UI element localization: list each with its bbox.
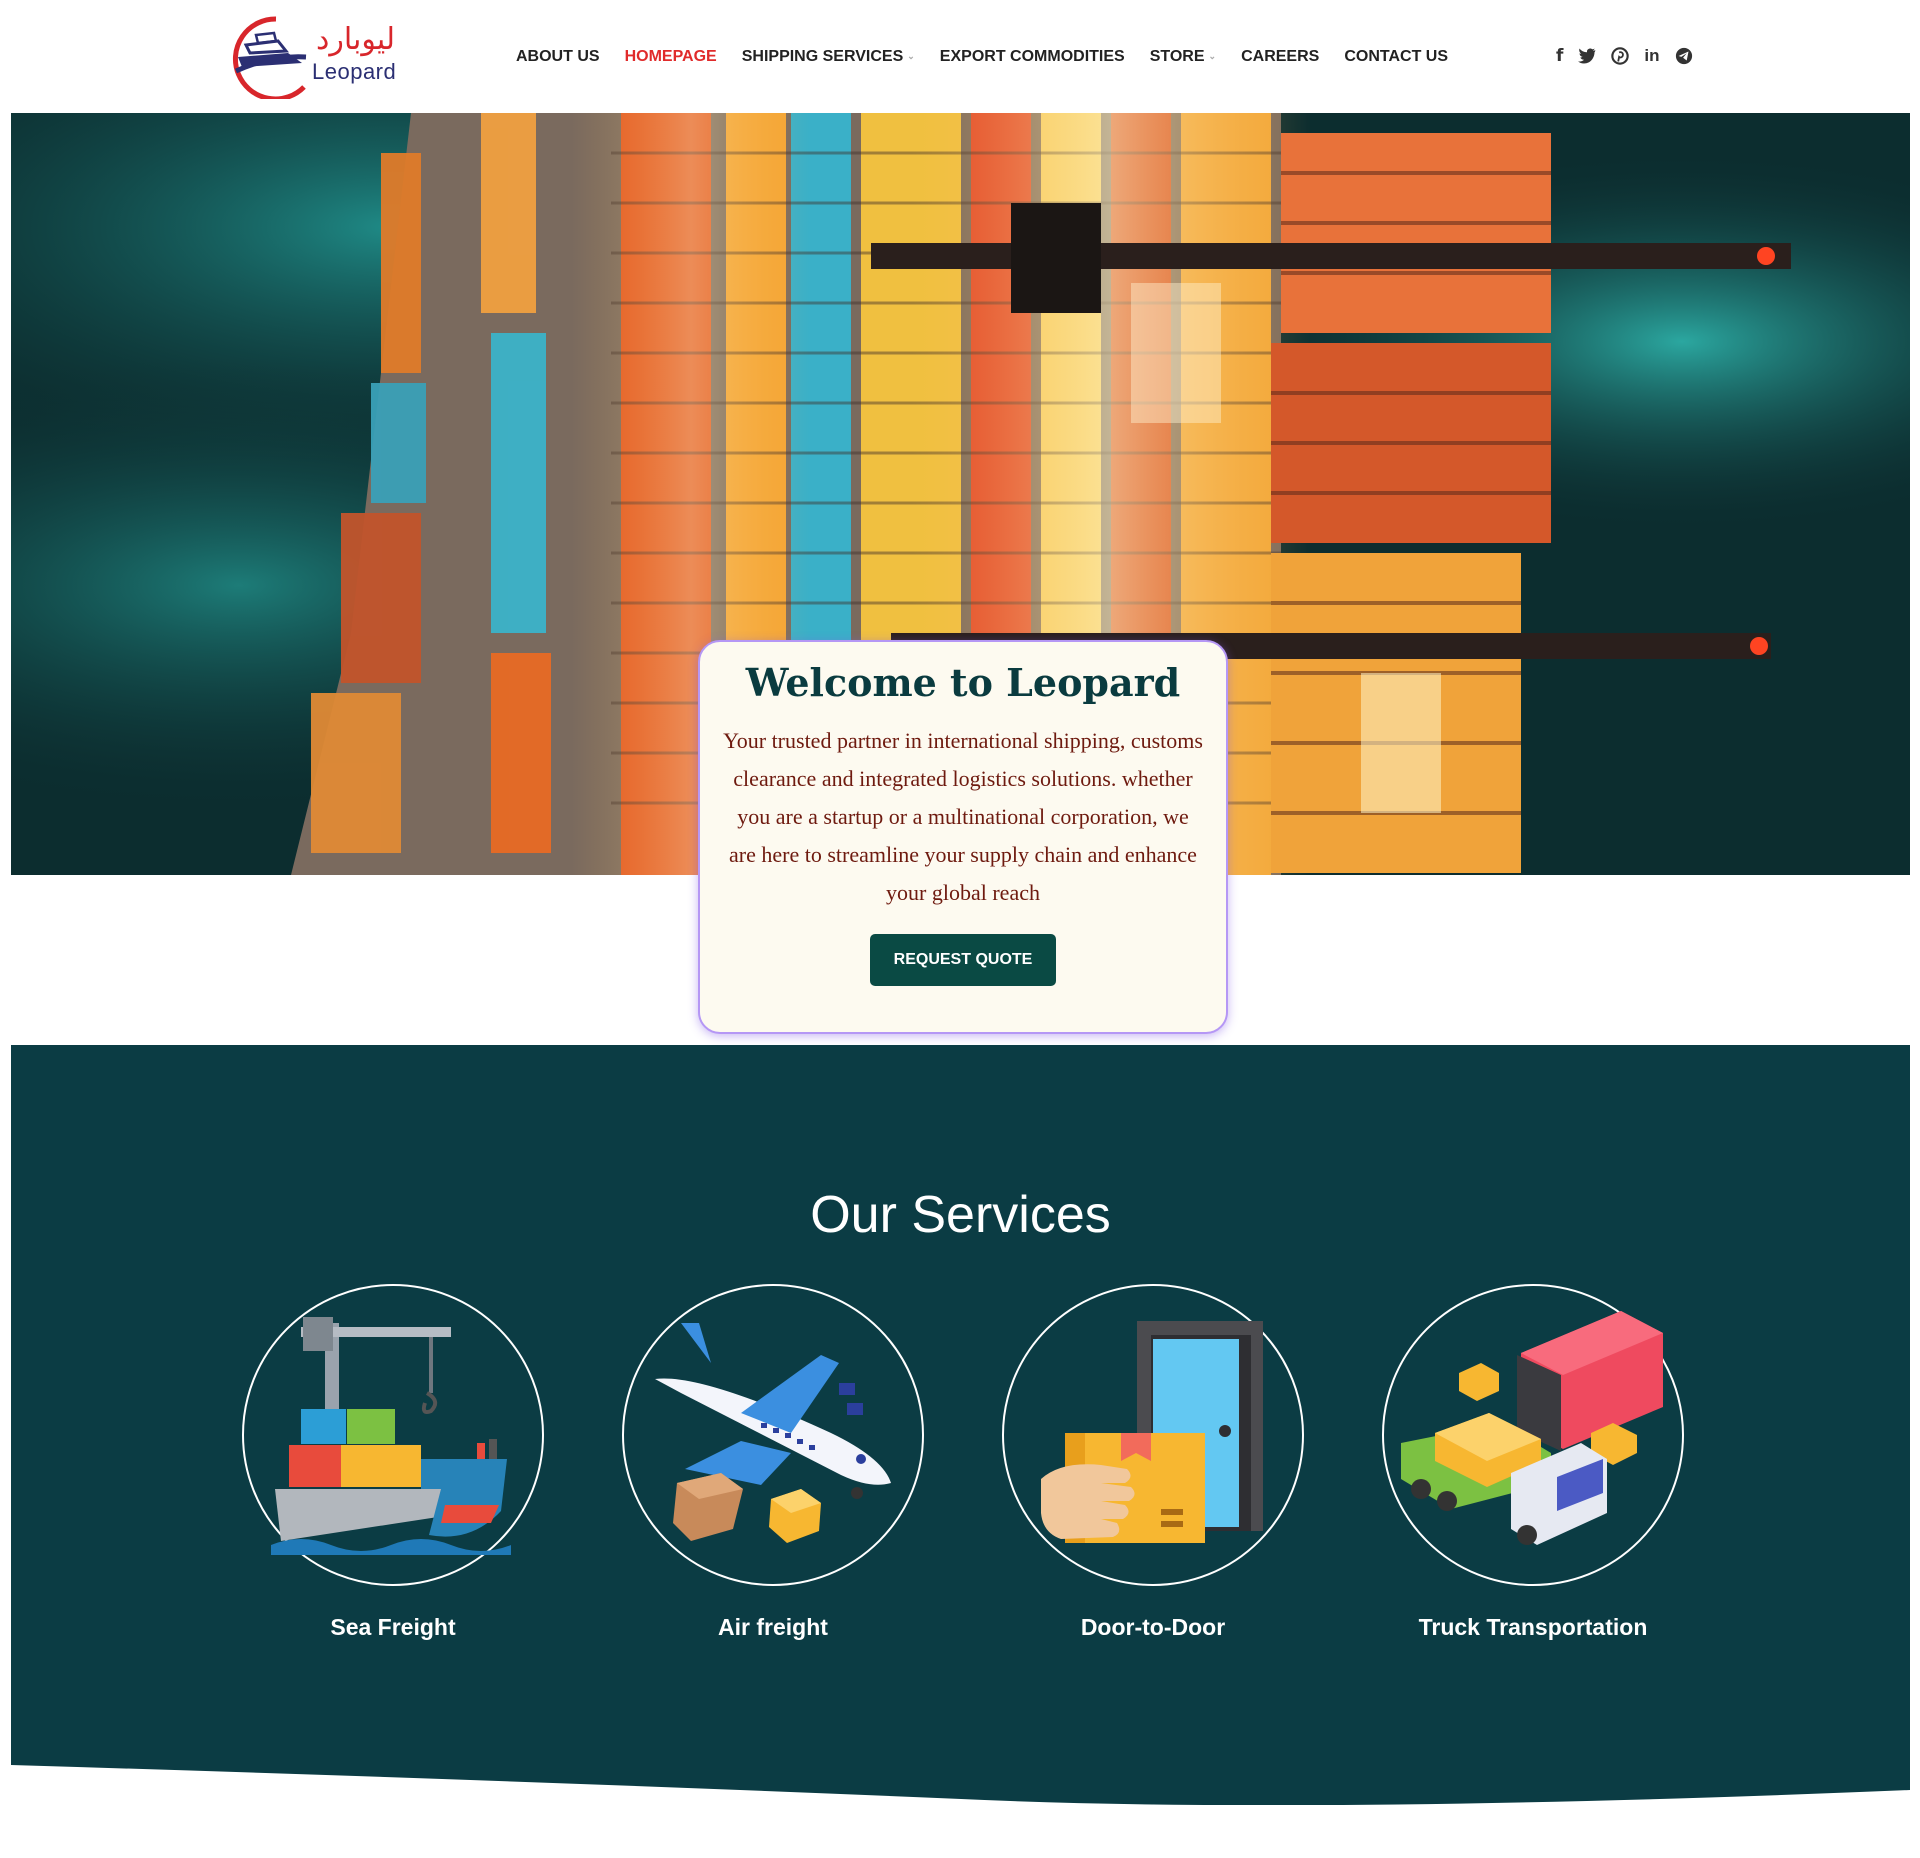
service-sea-freight[interactable]: Sea Freight — [241, 1283, 545, 1642]
nav-store-label: STORE — [1149, 47, 1205, 65]
truck-container-icon — [1382, 1284, 1684, 1586]
linkedin-icon[interactable]: in — [1644, 42, 1659, 70]
nav-shipping-services-label: SHIPPING SERVICES — [741, 47, 904, 65]
welcome-title: Welcome to Leopard — [745, 660, 1181, 705]
nav-careers[interactable]: CAREERS — [1241, 48, 1319, 66]
airplane-parcels-icon — [622, 1284, 924, 1586]
logo-arabic-text: ليوبارد — [316, 22, 396, 57]
nav-contact-us-label: CONTACT US — [1344, 47, 1449, 65]
service-door-to-door[interactable]: Door-to-Door — [1001, 1283, 1305, 1642]
welcome-card: Welcome to Leopard Your trusted partner … — [698, 640, 1228, 1034]
service-air-freight[interactable]: Air freight — [621, 1283, 925, 1642]
social-links: f in — [1556, 42, 1708, 70]
services-section: Our Services Sea Freight Air freight Doo… — [11, 1045, 1910, 1805]
service-label: Air freight — [718, 1614, 828, 1640]
nav-store[interactable]: STORE ⌄ — [1150, 48, 1216, 66]
welcome-text: Your trusted partner in international sh… — [723, 728, 1203, 905]
service-label: Sea Freight — [330, 1614, 456, 1640]
telegram-icon[interactable] — [1675, 47, 1693, 65]
nav-shipping-services[interactable]: SHIPPING SERVICES ⌄ — [742, 48, 915, 66]
pinterest-icon[interactable] — [1611, 47, 1630, 65]
nav-homepage[interactable]: HOMEPAGE — [625, 48, 717, 66]
ship-swoosh-logo-icon — [232, 16, 307, 102]
nav-careers-label: CAREERS — [1241, 47, 1320, 65]
nav-homepage-label: HOMEPAGE — [624, 47, 717, 65]
nav-about-us-label: ABOUT US — [516, 47, 600, 65]
leopard-logo[interactable]: ليوبارد Leopard — [216, 13, 416, 102]
cargo-ship-crane-icon — [242, 1284, 544, 1586]
logo-latin-text: Leopard — [312, 59, 397, 84]
service-label: Truck Transportation — [1418, 1614, 1648, 1640]
nav-contact-us[interactable]: CONTACT US — [1344, 48, 1448, 66]
services-title: Our Services — [810, 1186, 1111, 1244]
main-navigation: ABOUT US HOMEPAGE SHIPPING SERVICES ⌄ EXP… — [516, 0, 1473, 113]
nav-export-commodities[interactable]: EXPORT COMMODITIES — [940, 48, 1125, 66]
chevron-down-icon: ⌄ — [1208, 51, 1217, 61]
nav-export-commodities-label: EXPORT COMMODITIES — [939, 47, 1125, 65]
site-header: ليوبارد Leopard ABOUT US HOMEPAGE SHIPPI… — [0, 0, 1920, 113]
service-truck-transportation[interactable]: Truck Transportation — [1381, 1283, 1685, 1642]
nav-about-us[interactable]: ABOUT US — [516, 48, 600, 66]
twitter-icon[interactable] — [1578, 48, 1596, 64]
facebook-icon[interactable]: f — [1556, 42, 1563, 70]
chevron-down-icon: ⌄ — [907, 51, 915, 61]
hand-box-door-icon — [1002, 1284, 1304, 1586]
request-quote-button[interactable]: REQUEST QUOTE — [870, 934, 1056, 986]
service-label: Door-to-Door — [1080, 1614, 1226, 1640]
